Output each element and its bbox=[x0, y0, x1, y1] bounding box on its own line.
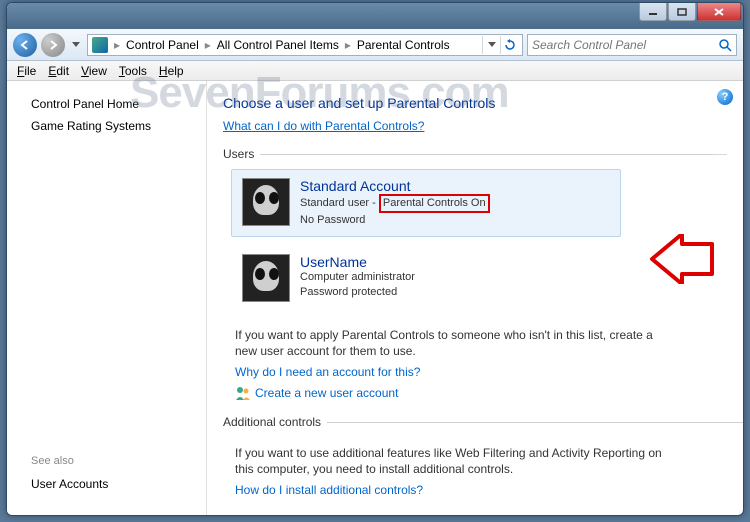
window: ▸ Control Panel ▸ All Control Panel Item… bbox=[6, 2, 744, 516]
maximize-button[interactable] bbox=[668, 3, 696, 21]
people-icon bbox=[235, 385, 251, 401]
install-controls-link[interactable]: How do I install additional controls? bbox=[235, 483, 423, 497]
close-button[interactable] bbox=[697, 3, 741, 21]
user-card-username[interactable]: UserName Computer administrator Password… bbox=[231, 245, 621, 311]
note-text: If you want to use additional features l… bbox=[235, 445, 665, 477]
parental-status-highlight: Parental Controls On bbox=[379, 194, 490, 213]
breadcrumb-parental-controls[interactable]: Parental Controls bbox=[355, 38, 452, 52]
user-detail: Standard user - Parental Controls On bbox=[300, 194, 490, 213]
user-password: No Password bbox=[300, 213, 490, 228]
forward-button[interactable] bbox=[41, 33, 65, 57]
sidebar-item-user-accounts[interactable]: User Accounts bbox=[31, 473, 182, 495]
search-input[interactable] bbox=[532, 38, 718, 52]
avatar bbox=[242, 254, 290, 302]
body-area: Control Panel Home Game Rating Systems S… bbox=[7, 81, 743, 515]
user-detail: Computer administrator bbox=[300, 270, 415, 285]
menu-view[interactable]: View bbox=[77, 62, 111, 80]
user-name: Standard Account bbox=[300, 178, 490, 194]
sidebar: Control Panel Home Game Rating Systems S… bbox=[7, 81, 207, 515]
menu-edit[interactable]: Edit bbox=[44, 62, 73, 80]
control-panel-icon bbox=[92, 37, 108, 53]
search-box[interactable] bbox=[527, 34, 737, 56]
intro-link[interactable]: What can I do with Parental Controls? bbox=[223, 119, 424, 133]
navbar: ▸ Control Panel ▸ All Control Panel Item… bbox=[7, 29, 743, 61]
additional-legend: Additional controls bbox=[223, 415, 321, 429]
search-icon[interactable] bbox=[718, 38, 732, 52]
breadcrumb-all-items[interactable]: All Control Panel Items bbox=[215, 38, 341, 52]
see-also-label: See also bbox=[31, 455, 182, 467]
back-button[interactable] bbox=[13, 33, 37, 57]
user-name: UserName bbox=[300, 254, 415, 270]
address-bar[interactable]: ▸ Control Panel ▸ All Control Panel Item… bbox=[87, 34, 523, 56]
create-account-link[interactable]: Create a new user account bbox=[255, 386, 398, 400]
users-legend: Users bbox=[223, 147, 254, 161]
help-icon[interactable]: ? bbox=[717, 89, 733, 105]
menu-bar: File Edit View Tools Help bbox=[7, 61, 743, 81]
user-password: Password protected bbox=[300, 285, 415, 300]
sidebar-item-game-rating[interactable]: Game Rating Systems bbox=[19, 115, 194, 137]
chevron-right-icon: ▸ bbox=[343, 38, 353, 52]
address-dropdown-icon[interactable] bbox=[482, 36, 500, 54]
titlebar bbox=[7, 3, 743, 29]
content-area: ? Choose a user and set up Parental Cont… bbox=[207, 81, 743, 515]
menu-tools[interactable]: Tools bbox=[115, 62, 151, 80]
note-text: If you want to apply Parental Controls t… bbox=[235, 327, 665, 359]
why-account-link[interactable]: Why do I need an account for this? bbox=[235, 365, 420, 379]
menu-file[interactable]: File bbox=[13, 62, 40, 80]
sidebar-item-home[interactable]: Control Panel Home bbox=[19, 93, 194, 115]
avatar bbox=[242, 178, 290, 226]
history-dropdown-icon[interactable] bbox=[69, 35, 83, 55]
chevron-right-icon: ▸ bbox=[203, 38, 213, 52]
breadcrumb-control-panel[interactable]: Control Panel bbox=[124, 38, 201, 52]
page-title: Choose a user and set up Parental Contro… bbox=[223, 95, 727, 111]
user-card-standard[interactable]: Standard Account Standard user - Parenta… bbox=[231, 169, 621, 237]
chevron-right-icon: ▸ bbox=[112, 38, 122, 52]
menu-help[interactable]: Help bbox=[155, 62, 188, 80]
minimize-button[interactable] bbox=[639, 3, 667, 21]
refresh-icon[interactable] bbox=[500, 36, 518, 54]
